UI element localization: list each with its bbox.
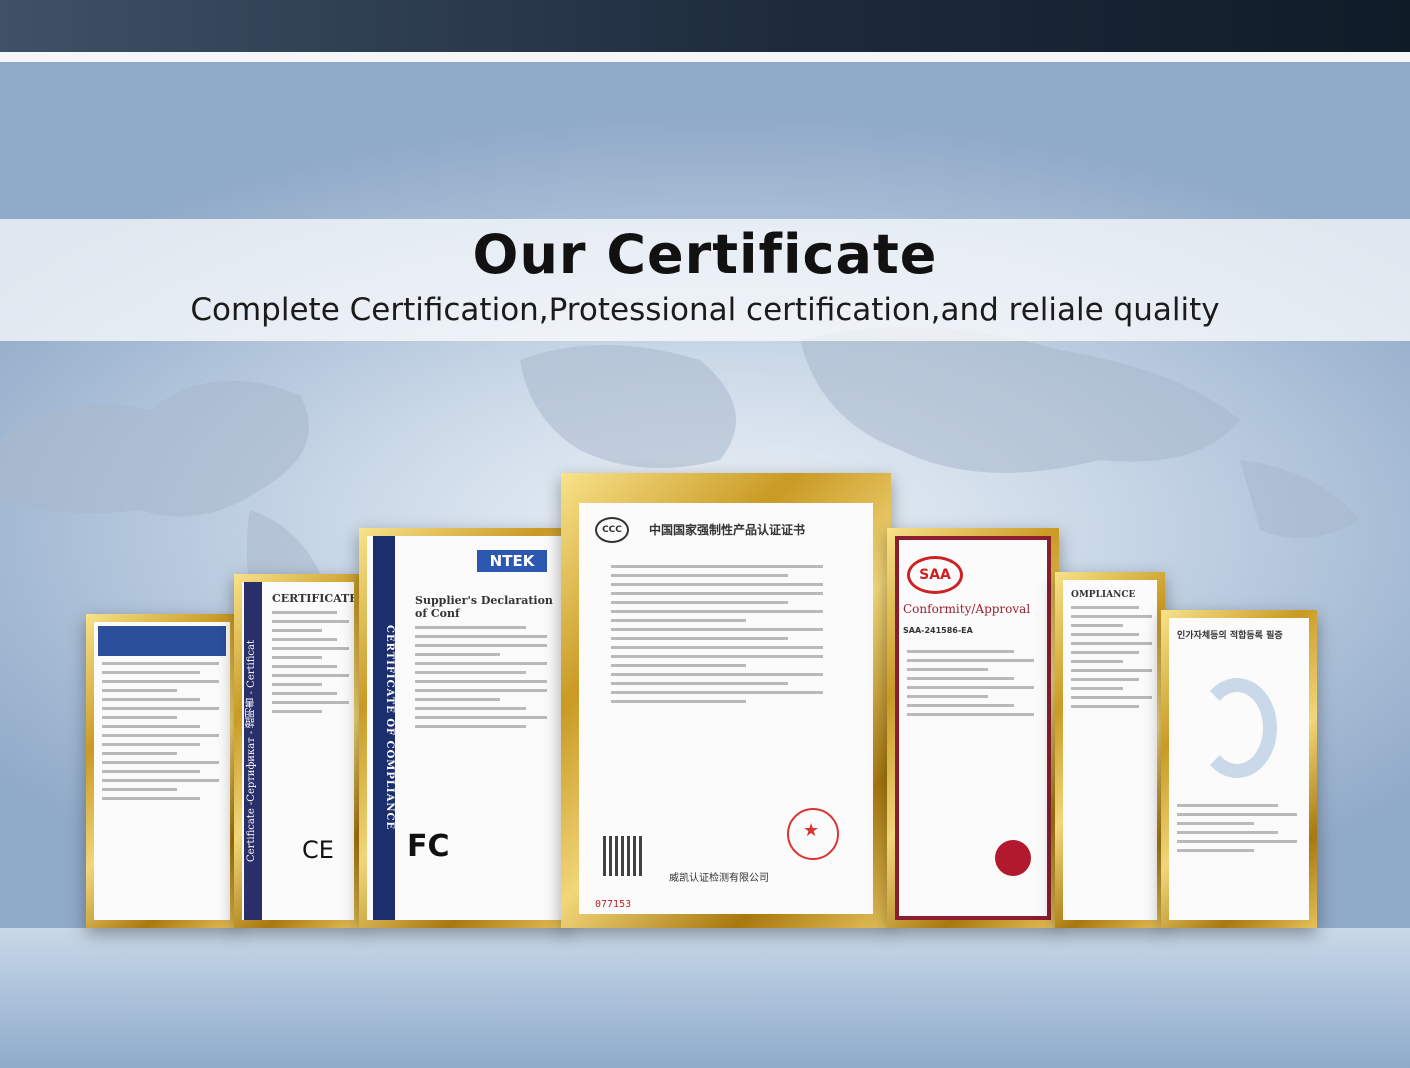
kc-logo-watermark-icon [1197, 678, 1277, 778]
red-seal-icon [787, 808, 839, 860]
certified-seal-icon [995, 840, 1031, 876]
certificate-frame-6: OMPLIANCE [1055, 572, 1165, 928]
fcc-logo-icon: FC [407, 829, 450, 864]
top-divider [0, 52, 1410, 62]
certificate-paper: 인가자체등의 적합등록 필증 [1169, 618, 1309, 920]
certificate-heading: Supplier's Declaration of Conf [415, 594, 553, 620]
certificate-frame-3: CERTIFICATE OF COMPLIANCE NTEK Supplier'… [359, 528, 569, 928]
certificate-heading: 인가자체등의 적합등록 필증 [1177, 631, 1283, 641]
certificate-paper: CCC 中国国家强制性产品认证证书 威凯认证检测有限公司 077153 [579, 503, 873, 914]
ccc-logo-icon: CCC [595, 517, 629, 543]
certificate-heading: Conformity/Approval [903, 602, 1031, 616]
certificate-frame-4: CCC 中国国家强制性产品认证证书 威凯认证检测有限公司 077153 [561, 473, 891, 928]
certificate-paper: CERTIFICATE OF COMPLIANCE NTEK Supplier'… [367, 536, 561, 920]
certificate-frame-1 [86, 614, 238, 928]
ntek-logo: NTEK [477, 550, 547, 572]
certificate-frame-7: 인가자체등의 적합등록 필증 [1161, 610, 1317, 928]
page-subtitle: Complete Certification,Protessional cert… [190, 292, 1220, 328]
certificate-paper: SAA Conformity/Approval SAA-241586-EA [895, 536, 1051, 920]
qr-code-icon [603, 836, 643, 876]
certificate-heading: 中国国家强制性产品认证证书 [649, 523, 806, 537]
certificate-frame-2: Certificate -Сертификат - 證明書 - Certific… [234, 574, 362, 928]
certificate-side-text: Certificate -Сертификат - 證明書 - Certific… [244, 582, 262, 920]
top-bar [0, 0, 1410, 52]
certificate-paper: OMPLIANCE [1063, 580, 1157, 920]
ce-mark-icon: CE [302, 836, 334, 864]
certificate-heading: OMPLIANCE [1071, 590, 1136, 600]
floor-reflection [0, 928, 1410, 1068]
certificate-side-text: CERTIFICATE OF COMPLIANCE [373, 536, 395, 920]
certificate-issuer: 威凯认证检测有限公司 [669, 873, 769, 884]
certificate-frame-5: SAA Conformity/Approval SAA-241586-EA [887, 528, 1059, 928]
saa-logo-icon: SAA [907, 556, 963, 594]
certificate-number: SAA-241586-EA [903, 626, 973, 635]
certificate-header-stripe [98, 626, 226, 656]
certificate-paper [94, 622, 230, 920]
certificate-paper: Certificate -Сертификат - 證明書 - Certific… [242, 582, 354, 920]
page-title: Our Certificate [472, 223, 938, 286]
certificate-serial-number: 077153 [595, 899, 632, 910]
certificate-heading: CERTIFICATE [272, 592, 354, 605]
